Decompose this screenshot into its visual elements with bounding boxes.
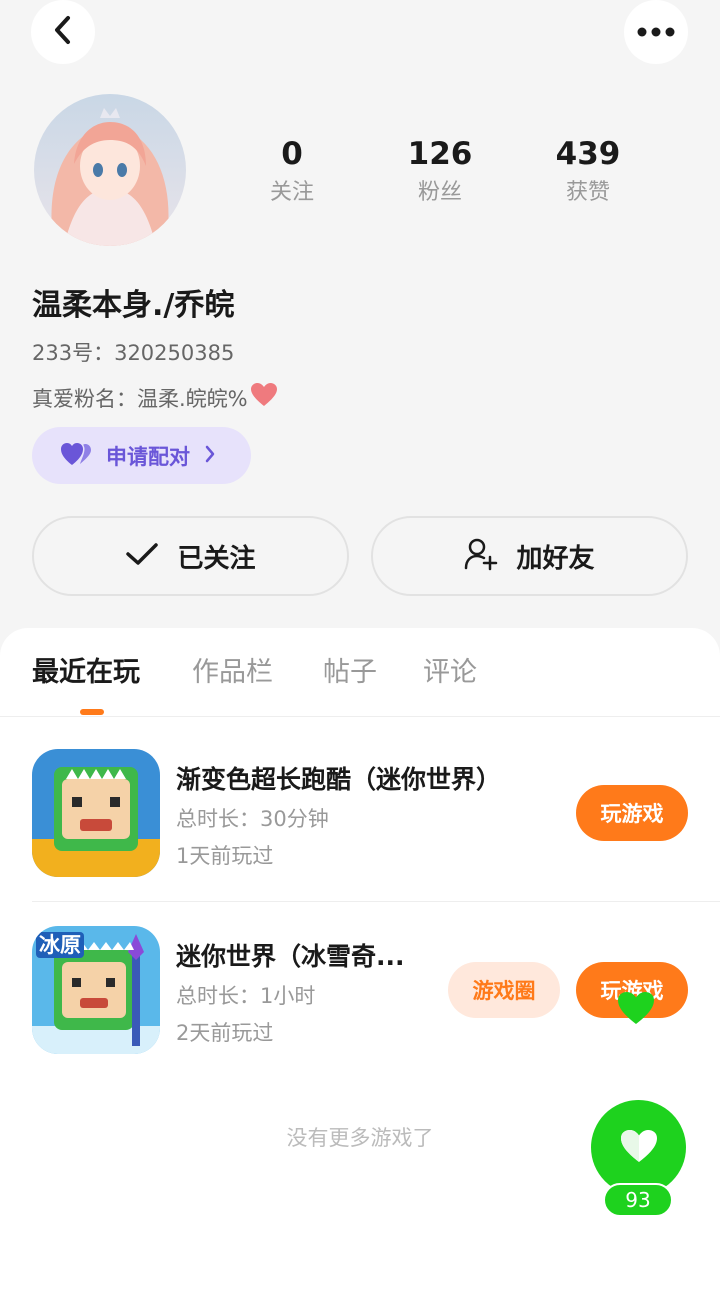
user-id: 233号：320250385	[32, 341, 235, 365]
tab-indicator	[80, 709, 104, 715]
game-circle-button[interactable]: 游戏圈	[448, 962, 560, 1018]
double-heart-icon	[60, 441, 92, 471]
floating-heart-icon	[616, 990, 656, 1030]
game-title[interactable]: 迷你世界（冰雪奇...	[176, 937, 405, 973]
game-title[interactable]: 渐变色超长跑酷（迷你世界）	[176, 760, 501, 796]
like-count: 93	[603, 1183, 673, 1217]
game-icon[interactable]	[32, 749, 160, 877]
game-duration: 总时长：30分钟	[176, 807, 329, 831]
chevron-left-icon	[51, 14, 75, 50]
stat-value: 0	[281, 136, 303, 172]
followed-label: 已关注	[177, 543, 256, 574]
followed-button[interactable]: 已关注	[32, 516, 349, 596]
stat-value: 439	[555, 136, 621, 172]
game-last-played: 2天前玩过	[176, 1021, 274, 1045]
fan-name-text: 真爱粉名：温柔.皖皖%	[32, 386, 248, 411]
avatar[interactable]	[34, 94, 186, 246]
stat-following[interactable]: 0 关注	[232, 134, 352, 212]
game-icon-badge: 冰原	[36, 932, 84, 958]
more-dots-icon	[636, 23, 676, 42]
apply-pair-label: 申请配对	[106, 444, 190, 469]
back-button[interactable]	[31, 0, 95, 64]
stat-label: 粉丝	[417, 180, 462, 205]
heart-icon	[619, 1128, 659, 1168]
stat-likes[interactable]: 439 获赞	[528, 134, 648, 212]
game-duration: 总时长：1小时	[176, 984, 316, 1008]
tab-divider	[0, 716, 720, 717]
game-last-played: 1天前玩过	[176, 844, 274, 868]
stat-fans[interactable]: 126 粉丝	[380, 134, 500, 212]
play-game-button[interactable]: 玩游戏	[576, 785, 688, 841]
apply-pair-button[interactable]: 申请配对	[32, 427, 251, 484]
stat-label: 关注	[269, 180, 314, 205]
row-divider	[32, 901, 720, 902]
fan-name: 真爱粉名：温柔.皖皖%	[32, 382, 278, 413]
checkmark-icon	[125, 541, 159, 571]
game-icon[interactable]: 冰原	[32, 926, 160, 1054]
more-button[interactable]	[624, 0, 688, 64]
tab-posts[interactable]: 帖子	[323, 650, 377, 689]
add-user-icon	[464, 537, 498, 575]
heart-icon	[250, 382, 278, 413]
tab-comments[interactable]: 评论	[423, 650, 477, 689]
add-friend-label: 加好友	[516, 543, 595, 574]
stat-label: 获赞	[565, 180, 610, 205]
chevron-right-icon	[204, 444, 216, 468]
add-friend-button[interactable]: 加好友	[371, 516, 688, 596]
stat-value: 126	[407, 136, 473, 172]
username: 温柔本身./乔皖	[32, 288, 235, 323]
like-button[interactable]	[591, 1100, 686, 1195]
tab-recently-played[interactable]: 最近在玩	[32, 650, 140, 689]
tab-works[interactable]: 作品栏	[192, 650, 273, 689]
